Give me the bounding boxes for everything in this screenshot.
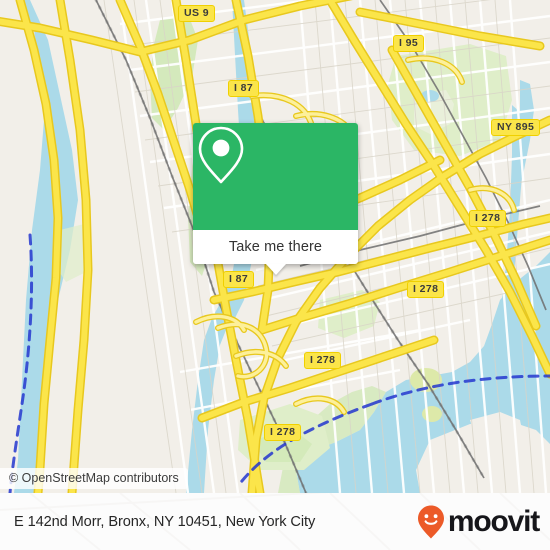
map-screenshot: US 9 I 95 I 87 NY 895 I 278 I 87 I 278 I… bbox=[0, 0, 550, 550]
route-shield-i-278-s: I 278 bbox=[264, 424, 302, 441]
route-shield-i-278-e: I 278 bbox=[407, 281, 445, 298]
route-shield-i-87-top: I 87 bbox=[228, 80, 260, 97]
route-shield-ny-895: NY 895 bbox=[491, 119, 541, 136]
route-shield-us-9: US 9 bbox=[178, 5, 215, 22]
route-shield-i-87-mid: I 87 bbox=[223, 271, 255, 288]
take-me-there-button[interactable]: Take me there bbox=[229, 239, 322, 255]
route-shield-i-278-ne: I 278 bbox=[469, 210, 507, 227]
location-address: E 142nd Morr, Bronx, NY 10451, New York … bbox=[14, 513, 316, 530]
route-shield-i-278-c: I 278 bbox=[304, 352, 342, 369]
route-shield-i-95: I 95 bbox=[393, 35, 425, 52]
popup-tail bbox=[265, 264, 286, 275]
map-pin-icon bbox=[198, 126, 244, 184]
footer-bar: E 142nd Morr, Bronx, NY 10451, New York … bbox=[0, 493, 550, 550]
map-canvas[interactable]: US 9 I 95 I 87 NY 895 I 278 I 87 I 278 I… bbox=[0, 0, 550, 493]
popup-pin-area bbox=[193, 123, 358, 230]
popup-action-area[interactable]: Take me there bbox=[193, 230, 358, 275]
island-small-2 bbox=[422, 406, 442, 422]
moovit-smiley-pin-icon bbox=[417, 505, 444, 538]
osm-attribution[interactable]: © OpenStreetMap contributors bbox=[0, 468, 188, 489]
moovit-logo[interactable]: moovit bbox=[416, 504, 540, 540]
location-popup-card[interactable]: Take me there bbox=[193, 123, 358, 275]
moovit-wordmark: moovit bbox=[447, 504, 540, 538]
